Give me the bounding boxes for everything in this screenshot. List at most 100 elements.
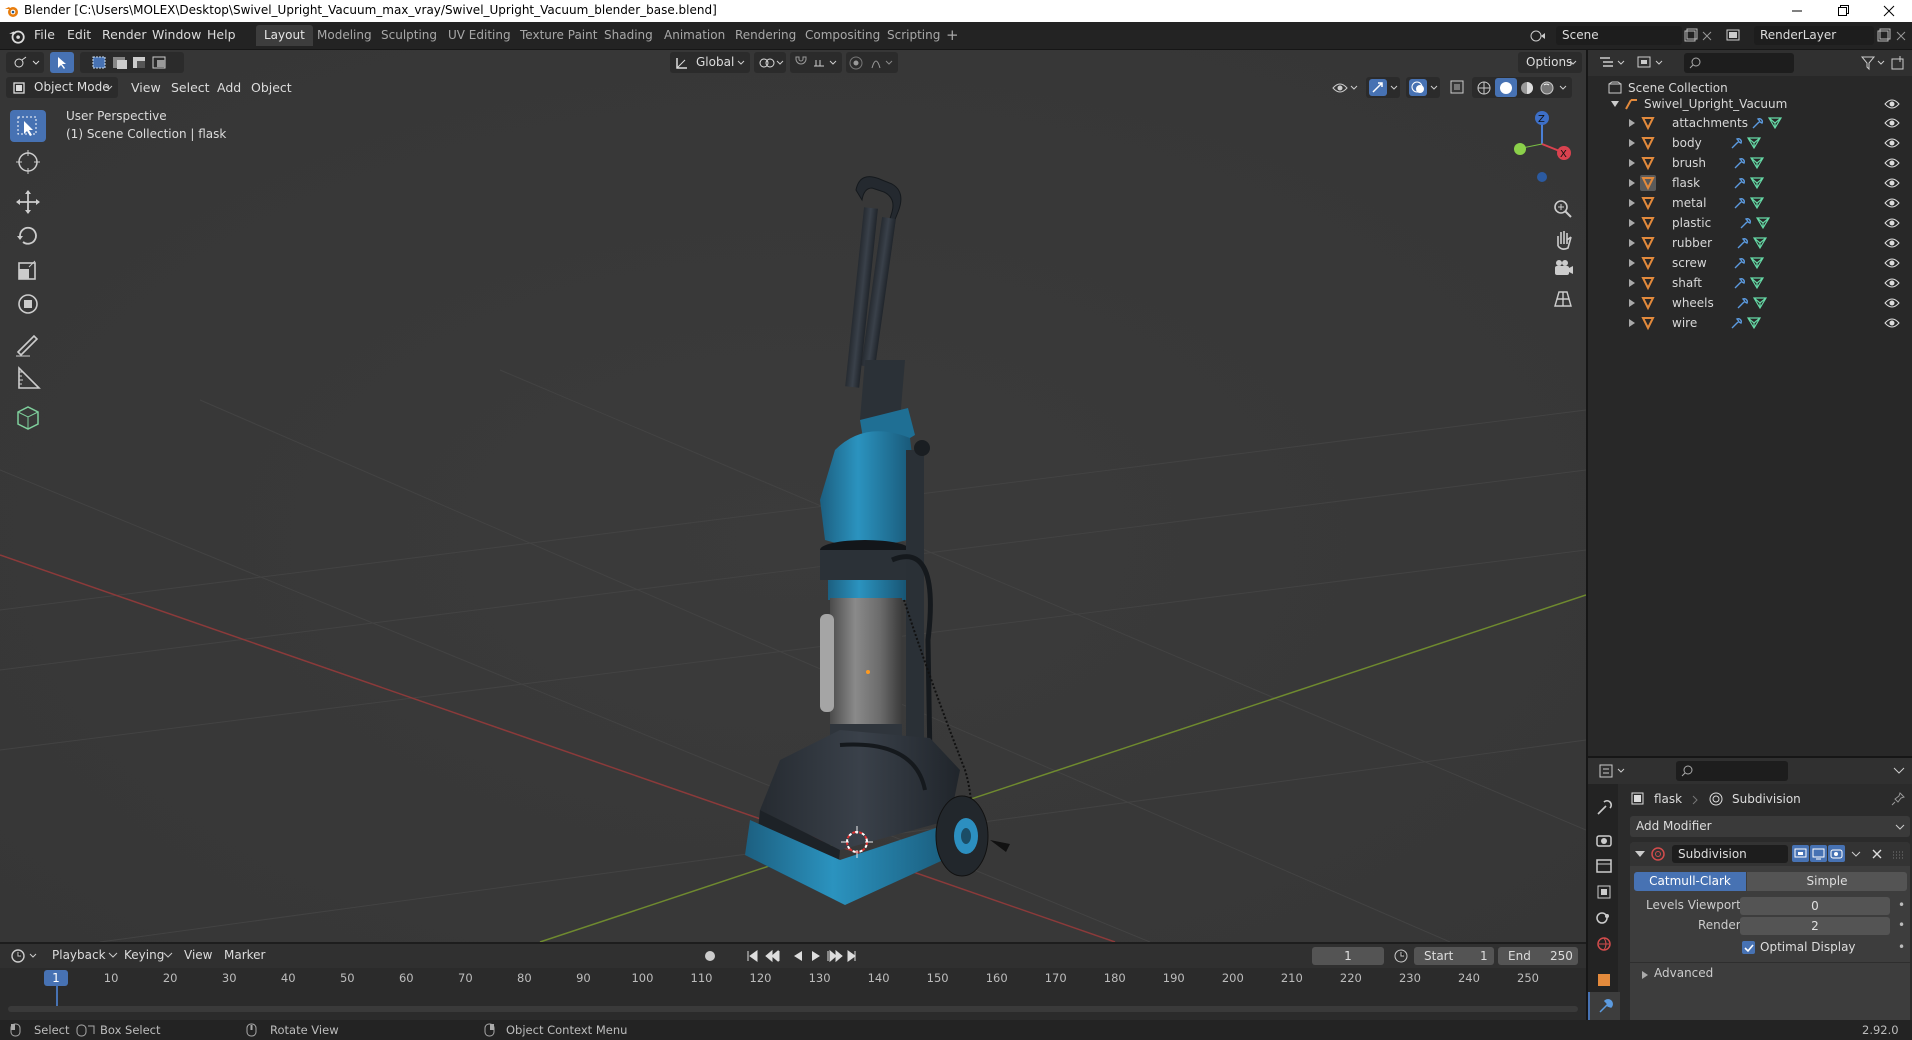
visibility-dropdown[interactable] <box>1330 77 1360 98</box>
tool-tab-icon[interactable] <box>1592 796 1616 820</box>
scene-tab-icon[interactable] <box>1592 906 1616 930</box>
chevron-right-icon[interactable] <box>1628 139 1636 147</box>
simple-button[interactable]: Simple <box>1747 872 1907 891</box>
render-levels-field[interactable]: 2 <box>1740 917 1890 935</box>
xray-toggle[interactable] <box>1448 77 1468 98</box>
snap-toggle[interactable] <box>790 52 842 73</box>
end-frame-field[interactable]: End 250 <box>1498 947 1578 965</box>
tab-rendering[interactable]: Rendering <box>727 25 804 46</box>
delete-modifier-icon[interactable] <box>1870 847 1884 861</box>
outliner-row-body[interactable]: body <box>1588 133 1912 153</box>
new-collection-icon[interactable] <box>1890 55 1908 71</box>
zoom-view-icon[interactable] <box>1550 196 1576 222</box>
viewport-menu-add[interactable]: Add <box>217 80 241 95</box>
pivot-point-dropdown[interactable] <box>754 52 786 73</box>
tab-uv-editing[interactable]: UV Editing <box>440 25 519 46</box>
outliner-row-metal[interactable]: metal <box>1588 193 1912 213</box>
tab-texture-paint[interactable]: Texture Paint <box>512 25 605 46</box>
chevron-right-icon[interactable] <box>1628 259 1636 267</box>
start-frame-field[interactable]: Start 1 <box>1414 947 1494 965</box>
levels-viewport-field[interactable]: 0 <box>1740 897 1890 915</box>
measure-tool[interactable] <box>10 362 46 394</box>
select-box-tool[interactable] <box>10 110 46 142</box>
new-layer-icon[interactable] <box>1875 28 1891 44</box>
proportional-editing-toggle[interactable] <box>846 52 898 73</box>
vacuum-model[interactable] <box>660 120 1020 942</box>
chevron-right-icon[interactable] <box>1628 179 1636 187</box>
outliner-row-attachments[interactable]: attachments <box>1588 113 1912 133</box>
outliner-row-screw[interactable]: screw <box>1588 253 1912 273</box>
blender-menu-icon[interactable] <box>8 27 26 45</box>
chevron-right-icon[interactable] <box>1628 239 1636 247</box>
chevron-right-icon[interactable] <box>1628 199 1636 207</box>
tab-compositing[interactable]: Compositing <box>797 25 888 46</box>
timeline-scrollbar[interactable] <box>8 1006 1578 1012</box>
current-frame-field[interactable]: 1 <box>1312 947 1384 965</box>
outliner-row-collection[interactable]: Swivel_Upright_Vacuum <box>1588 94 1912 114</box>
chevron-right-icon[interactable] <box>1628 299 1636 307</box>
menu-window[interactable]: Window <box>152 27 201 42</box>
scale-tool[interactable] <box>10 254 46 286</box>
chevron-right-icon[interactable] <box>1628 119 1636 127</box>
outliner-row-wire[interactable]: wire <box>1588 313 1912 333</box>
chevron-right-icon[interactable] <box>1628 319 1636 327</box>
world-tab-icon[interactable] <box>1592 932 1616 956</box>
output-tab-icon[interactable] <box>1592 854 1616 878</box>
new-scene-icon[interactable] <box>1682 28 1698 44</box>
pin-icon[interactable] <box>1890 791 1906 807</box>
3d-viewport[interactable]: Global Options Object Mode View Select A… <box>0 50 1586 942</box>
rotate-tool[interactable] <box>10 220 46 252</box>
playhead-frame-badge[interactable]: 1 <box>44 970 68 986</box>
visibility-eye-icon[interactable] <box>1884 97 1900 111</box>
menu-render[interactable]: Render <box>102 27 147 42</box>
minimize-button[interactable] <box>1774 0 1820 22</box>
filter-icon[interactable] <box>1860 55 1890 71</box>
remove-scene-icon[interactable] <box>1700 28 1714 44</box>
navigation-gizmo[interactable]: Z X <box>1492 106 1572 186</box>
y-axis-handle[interactable] <box>1514 143 1526 155</box>
outliner-row-brush[interactable]: brush <box>1588 153 1912 173</box>
tab-layout[interactable]: Layout <box>256 25 313 46</box>
view-layer-tab-icon[interactable] <box>1592 880 1616 904</box>
tab-modeling[interactable]: Modeling <box>309 25 380 46</box>
options-button[interactable]: Options <box>1518 52 1582 73</box>
visibility-eye-icon[interactable] <box>1884 156 1900 170</box>
add-workspace-button[interactable]: + <box>938 25 967 46</box>
visibility-eye-icon[interactable] <box>1884 256 1900 270</box>
timeline-menu-view[interactable]: View <box>184 948 212 962</box>
outliner-row-flask[interactable]: flask <box>1588 173 1912 193</box>
keyframe-dot-icon[interactable]: • <box>1898 898 1905 912</box>
menu-file[interactable]: File <box>34 27 55 42</box>
view-layer-field[interactable]: RenderLayer <box>1754 26 1874 45</box>
tab-shading[interactable]: Shading <box>596 25 661 46</box>
chevron-down-icon[interactable] <box>1892 764 1906 778</box>
outliner-row-rubber[interactable]: rubber <box>1588 233 1912 253</box>
chevron-right-icon[interactable] <box>1628 279 1636 287</box>
object-mode-dropdown[interactable]: Object Mode <box>6 77 118 98</box>
viewport-menu-select[interactable]: Select <box>171 80 210 95</box>
outliner-editor-icon[interactable] <box>1598 55 1628 71</box>
chevron-right-icon[interactable] <box>1628 219 1636 227</box>
display-mode-icon[interactable] <box>1636 55 1666 71</box>
cursor-tool[interactable] <box>10 146 46 178</box>
viewport-menu-object[interactable]: Object <box>251 80 292 95</box>
remove-layer-icon[interactable] <box>1894 28 1908 44</box>
gizmo-toggle[interactable] <box>1366 77 1400 98</box>
tab-animation[interactable]: Animation <box>656 25 733 46</box>
preview-range-icon[interactable] <box>1392 948 1410 964</box>
menu-help[interactable]: Help <box>207 27 236 42</box>
timeline-ruler[interactable]: 10 20 30 40 50 60 70 80 90 100 110 120 130 140 150 160 1… <box>0 968 1586 1020</box>
keyframe-dot-icon[interactable]: • <box>1898 918 1905 932</box>
view-layer-icon[interactable] <box>1724 27 1754 45</box>
editor-type-button[interactable] <box>6 52 44 73</box>
modifier-visibility-toggles[interactable] <box>1792 845 1846 863</box>
add-cube-tool[interactable] <box>10 400 46 432</box>
optimal-display-checkbox[interactable] <box>1742 941 1756 955</box>
transform-tool[interactable] <box>10 288 46 320</box>
perspective-toggle-icon[interactable] <box>1550 286 1576 312</box>
visibility-eye-icon[interactable] <box>1884 296 1900 310</box>
visibility-eye-icon[interactable] <box>1884 136 1900 150</box>
shading-mode-buttons[interactable] <box>1472 77 1572 98</box>
overlay-toggle[interactable] <box>1406 77 1440 98</box>
properties-editor-icon[interactable] <box>1598 763 1628 779</box>
